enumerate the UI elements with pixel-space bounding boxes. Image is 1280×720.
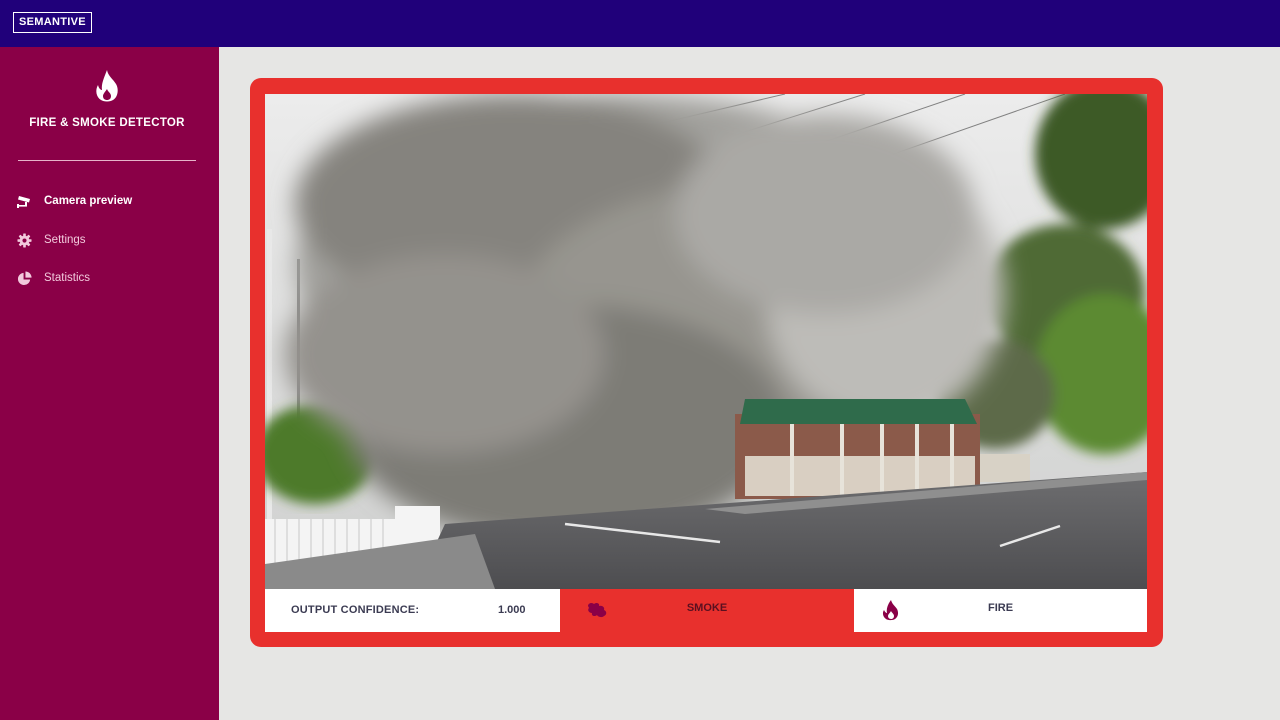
camera-preview-image: [265, 94, 1147, 589]
flame-icon: [96, 70, 118, 102]
sidebar-divider: [18, 160, 196, 161]
fire-label: FIRE: [987, 602, 1014, 614]
smoke-class-cell: SMOKE: [560, 589, 854, 632]
sidebar-item-label: Statistics: [44, 272, 91, 284]
detection-result-bar: OUTPUT CONFIDENCE: 1.000 SMOKE FIRE: [265, 589, 1147, 632]
gear-icon: [16, 232, 33, 249]
sidebar-item-settings[interactable]: Settings: [16, 229, 86, 251]
output-confidence-label: OUTPUT CONFIDENCE:: [291, 604, 420, 616]
smoke-label: SMOKE: [686, 602, 728, 614]
sidebar-item-statistics[interactable]: Statistics: [16, 267, 90, 289]
sidebar-item-label: Settings: [44, 234, 86, 246]
pie-chart-icon: [16, 270, 33, 287]
detection-alert-panel: OUTPUT CONFIDENCE: 1.000 SMOKE FIRE: [250, 78, 1163, 647]
top-bar: SEMANTIVE: [0, 0, 1280, 47]
app-title: FIRE & SMOKE DETECTOR: [29, 117, 185, 129]
output-confidence-cell: OUTPUT CONFIDENCE: 1.000: [265, 589, 560, 632]
brand-logo[interactable]: SEMANTIVE: [13, 12, 92, 33]
fire-class-cell: FIRE: [854, 589, 1147, 632]
sidebar-item-label: Camera preview: [44, 195, 133, 207]
cctv-camera-icon: [16, 193, 33, 210]
sidebar-item-camera-preview[interactable]: Camera preview: [16, 190, 132, 212]
sidebar: FIRE & SMOKE DETECTOR Camera preview Set…: [0, 47, 219, 720]
output-confidence-value: 1.000: [498, 604, 526, 616]
